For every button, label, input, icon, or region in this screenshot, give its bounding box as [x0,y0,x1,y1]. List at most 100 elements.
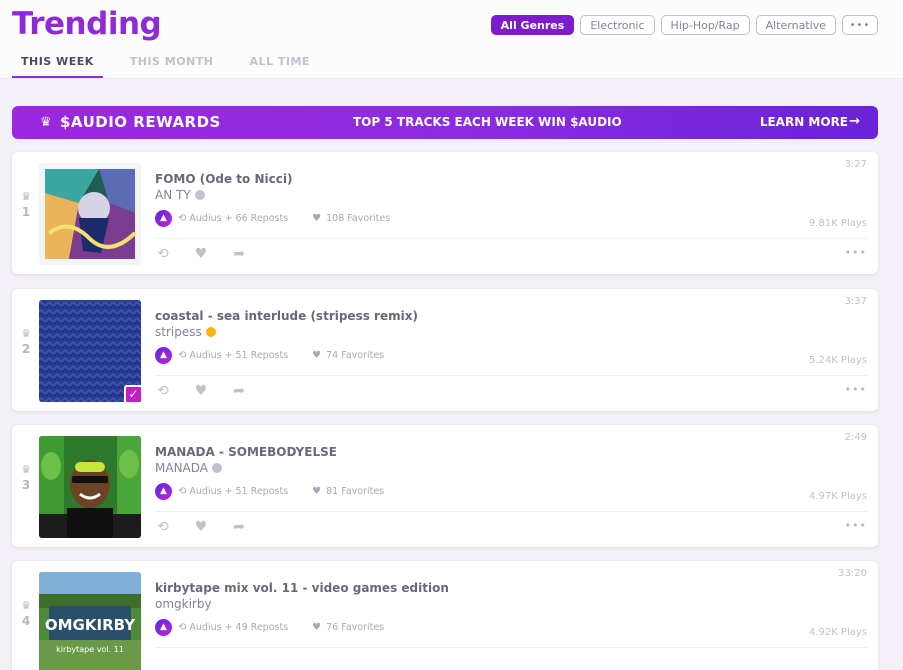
track-title[interactable]: coastal - sea interlude (stripess remix) [155,309,418,323]
verified-badge-icon [212,463,222,473]
track-artist[interactable]: omgkirby [155,597,212,611]
track-artwork[interactable] [39,163,141,265]
heart-small-icon: ♥ [312,486,322,497]
track-artwork[interactable]: OMGKIRBY kirbytape vol. 11 [39,572,141,670]
rank-number: 3 [21,478,31,492]
divider [155,647,867,648]
track-artist[interactable]: AN TY [155,188,205,202]
overflow-menu-icon[interactable]: ••• [845,519,867,532]
repost-small-icon: ⟲ [178,350,187,361]
heart-small-icon: ♥ [312,350,322,361]
svg-text:kirbytape vol. 11: kirbytape vol. 11 [56,645,124,654]
artist-name[interactable]: omgkirby [155,597,212,611]
track-duration: 3:37 [844,296,867,307]
repost-icon[interactable]: ⟲ [157,383,169,399]
play-count: 4.92K Plays [808,627,867,638]
play-count: 4.97K Plays [808,491,867,502]
heart-icon[interactable]: ♥ [195,246,208,262]
arrow-right-icon: → [849,114,860,129]
crown-icon: ♛ [21,599,31,612]
divider [155,375,867,376]
track-tile[interactable]: ♛ 2 ✓ coastal - sea interlude (stripess … [12,289,878,411]
audio-rewards-banner[interactable]: ♛ $AUDIO REWARDS TOP 5 TRACKS EACH WEEK … [12,106,878,139]
favorites-count[interactable]: 108 Favorites [326,213,390,224]
heart-small-icon: ♥ [312,213,322,224]
reposts-count[interactable]: Audius + 51 Reposts [189,350,288,361]
repost-small-icon: ⟲ [178,486,187,497]
heart-icon[interactable]: ♥ [195,519,208,535]
share-icon[interactable]: ➦ [233,519,245,535]
reposts-count[interactable]: Audius + 66 Reposts [189,213,288,224]
tab-this-week[interactable]: THIS WEEK [12,55,103,78]
artist-name[interactable]: MANADA [155,461,208,475]
genre-pill-hip-hop-rap[interactable]: Hip-Hop/Rap [660,15,750,35]
tab-this-month[interactable]: THIS MONTH [121,55,223,78]
learn-more-link[interactable]: LEARN MORE [760,115,848,129]
track-tile[interactable]: ♛ 3 MANADA - SOMEBODYELSE MANADA 2:49 ▲ … [12,425,878,547]
play-count: 5.24K Plays [808,355,867,366]
tab-all-time[interactable]: ALL TIME [241,55,319,78]
genre-filter: All Genres Electronic Hip-Hop/Rap Altern… [490,15,878,35]
track-tile[interactable]: ♛ 1 FOMO (Ode to Nicci) AN TY 3:27 ▲ ⟲ A… [12,152,878,274]
rank-indicator: ♛ 1 [18,190,34,219]
banner-title: $AUDIO REWARDS [60,113,221,131]
heart-icon[interactable]: ♥ [195,383,208,399]
artist-name[interactable]: AN TY [155,188,191,202]
crown-icon: ♛ [21,327,31,340]
track-title[interactable]: kirbytape mix vol. 11 - video games edit… [155,581,449,595]
favorites-count[interactable]: 76 Favorites [326,622,384,633]
favorites-count[interactable]: 81 Favorites [326,486,384,497]
divider [155,511,867,512]
overflow-menu-icon[interactable]: ••• [845,246,867,259]
gold-badge-icon [205,327,216,337]
reposts-count[interactable]: Audius + 49 Reposts [189,622,288,633]
track-duration: 33:20 [838,568,867,579]
repost-small-icon: ⟲ [178,213,187,224]
genre-pill-all-genres[interactable]: All Genres [490,15,575,35]
audius-logo-icon: ▲ [155,483,172,500]
track-stats: ▲ ⟲ Audius + 66 Reposts ♥ 108 Favorites [155,210,390,227]
crown-icon: ♛ [21,463,31,476]
trending-header: Trending THIS WEEK THIS MONTH ALL TIME A… [0,0,903,79]
audius-logo-icon: ▲ [155,619,172,636]
track-stats: ▲ ⟲ Audius + 51 Reposts ♥ 74 Favorites [155,347,384,364]
track-title[interactable]: MANADA - SOMEBODYELSE [155,445,337,459]
audius-logo-icon: ▲ [155,210,172,227]
track-actions: ⟲ ♥ ➦ [157,383,245,399]
audius-logo-icon: ▲ [155,347,172,364]
track-artist[interactable]: MANADA [155,461,222,475]
check-icon: ✓ [124,385,143,404]
track-artist[interactable]: stripess [155,325,216,339]
track-tile[interactable]: ♛ 4 OMGKIRBY kirbytape vol. 11 kirbytape… [12,561,878,670]
svg-text:OMGKIRBY: OMGKIRBY [45,616,136,634]
rank-indicator: ♛ 4 [18,599,34,628]
heart-small-icon: ♥ [312,622,322,633]
repost-icon[interactable]: ⟲ [157,246,169,262]
more-genres-button[interactable]: ••• [842,15,878,35]
crown-icon: ♛ [21,190,31,203]
page-title: Trending [12,6,162,42]
share-icon[interactable]: ➦ [233,383,245,399]
repost-icon[interactable]: ⟲ [157,519,169,535]
divider [155,238,867,239]
time-range-tabs: THIS WEEK THIS MONTH ALL TIME [12,55,337,78]
genre-pill-alternative[interactable]: Alternative [755,15,836,35]
reposts-count[interactable]: Audius + 51 Reposts [189,486,288,497]
genre-pill-electronic[interactable]: Electronic [580,15,655,35]
rank-number: 1 [21,205,31,219]
artist-name[interactable]: stripess [155,325,202,339]
track-duration: 2:49 [844,432,867,443]
track-actions: ⟲ ♥ ➦ [157,246,245,262]
rank-indicator: ♛ 2 [18,327,34,356]
track-duration: 3:27 [844,159,867,170]
track-artwork[interactable] [39,436,141,538]
play-count: 9.81K Plays [808,218,867,229]
rank-indicator: ♛ 3 [18,463,34,492]
share-icon[interactable]: ➦ [233,246,245,262]
banner-message: TOP 5 TRACKS EACH WEEK WIN $AUDIO [353,115,622,129]
overflow-menu-icon[interactable]: ••• [845,383,867,396]
rank-number: 2 [21,342,31,356]
track-title[interactable]: FOMO (Ode to Nicci) [155,172,292,186]
rank-number: 4 [21,614,31,628]
favorites-count[interactable]: 74 Favorites [326,350,384,361]
